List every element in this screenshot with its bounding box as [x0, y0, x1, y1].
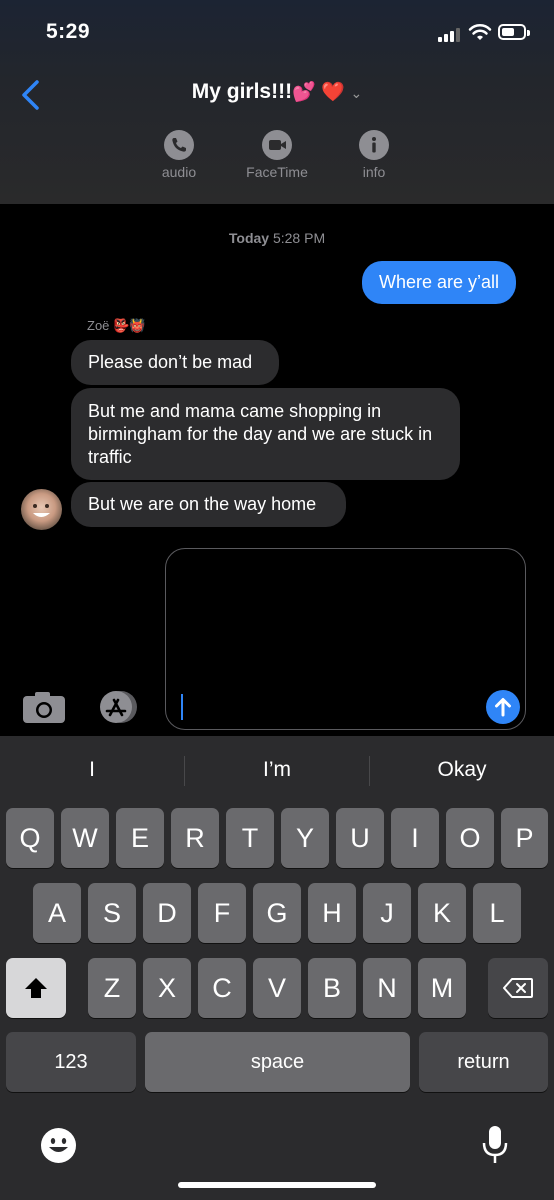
key-n[interactable]: N — [363, 958, 411, 1018]
phone-icon — [164, 130, 194, 160]
key-b[interactable]: B — [308, 958, 356, 1018]
shift-key[interactable] — [6, 958, 66, 1018]
facetime-button[interactable]: FaceTime — [242, 130, 312, 180]
cellular-signal-icon — [438, 26, 464, 42]
key-t[interactable]: T — [226, 808, 274, 868]
delete-key[interactable] — [488, 958, 548, 1018]
incoming-message[interactable]: But we are on the way home — [71, 482, 346, 527]
key-v[interactable]: V — [253, 958, 301, 1018]
avatar[interactable] — [21, 489, 62, 530]
key-j[interactable]: J — [363, 883, 411, 943]
emoji-icon[interactable] — [40, 1127, 77, 1164]
key-c[interactable]: C — [198, 958, 246, 1018]
key-z[interactable]: Z — [88, 958, 136, 1018]
space-key[interactable]: space — [145, 1032, 410, 1092]
title-emoji: 💕 ❤️ — [292, 82, 345, 103]
chevron-down-icon: ⌄ — [350, 85, 363, 101]
key-s[interactable]: S — [88, 883, 136, 943]
suggestion-2[interactable]: I’m — [185, 758, 369, 782]
battery-icon — [498, 24, 530, 40]
key-h[interactable]: H — [308, 883, 356, 943]
incoming-message[interactable]: But me and mama came shopping in birming… — [71, 388, 460, 480]
app-store-icon[interactable] — [94, 690, 142, 724]
key-q[interactable]: Q — [6, 808, 54, 868]
info-button[interactable]: info — [339, 130, 409, 180]
backspace-icon — [503, 978, 533, 998]
key-k[interactable]: K — [418, 883, 466, 943]
microphone-icon[interactable] — [481, 1125, 509, 1165]
camera-icon[interactable] — [22, 690, 66, 724]
info-icon — [359, 130, 389, 160]
sender-name-text: Zoë — [87, 318, 110, 333]
home-indicator[interactable] — [178, 1182, 376, 1188]
key-u[interactable]: U — [336, 808, 384, 868]
message-input[interactable] — [165, 548, 526, 730]
suggestion-1[interactable]: I — [0, 758, 184, 782]
key-e[interactable]: E — [116, 808, 164, 868]
info-label: info — [362, 164, 386, 180]
video-icon — [262, 130, 292, 160]
return-key[interactable]: return — [419, 1032, 548, 1092]
key-f[interactable]: F — [198, 883, 246, 943]
key-l[interactable]: L — [473, 883, 521, 943]
send-button[interactable] — [486, 690, 520, 724]
suggestion-3[interactable]: Okay — [370, 758, 554, 782]
key-a[interactable]: A — [33, 883, 81, 943]
sender-emoji: 👺👹 — [113, 318, 146, 333]
outgoing-message[interactable]: Where are y’all — [362, 261, 517, 304]
key-y[interactable]: Y — [281, 808, 329, 868]
sender-name: Zoë 👺👹 — [87, 318, 145, 334]
key-m[interactable]: M — [418, 958, 466, 1018]
incoming-message[interactable]: Please don’t be mad — [71, 340, 279, 385]
timestamp-time: 5:28 PM — [272, 230, 326, 246]
key-d[interactable]: D — [143, 883, 191, 943]
key-x[interactable]: X — [143, 958, 191, 1018]
key-w[interactable]: W — [61, 808, 109, 868]
status-time: 5:29 — [46, 20, 91, 43]
key-i[interactable]: I — [391, 808, 439, 868]
key-o[interactable]: O — [446, 808, 494, 868]
conversation-title[interactable]: My girls!!!💕 ❤️ ⌄ — [0, 80, 554, 104]
key-r[interactable]: R — [171, 808, 219, 868]
timestamp-day: Today — [228, 230, 270, 246]
key-g[interactable]: G — [253, 883, 301, 943]
text-cursor — [181, 694, 183, 720]
audio-label: audio — [161, 164, 197, 180]
shift-arrow-icon — [25, 978, 47, 998]
facetime-label: FaceTime — [246, 164, 308, 180]
message-timestamp: Today 5:28 PM — [0, 230, 554, 246]
key-p[interactable]: P — [501, 808, 548, 868]
audio-call-button[interactable]: audio — [144, 130, 214, 180]
numbers-key[interactable]: 123 — [6, 1032, 136, 1092]
wifi-icon — [468, 24, 492, 40]
group-name: My girls!!! — [191, 80, 293, 103]
